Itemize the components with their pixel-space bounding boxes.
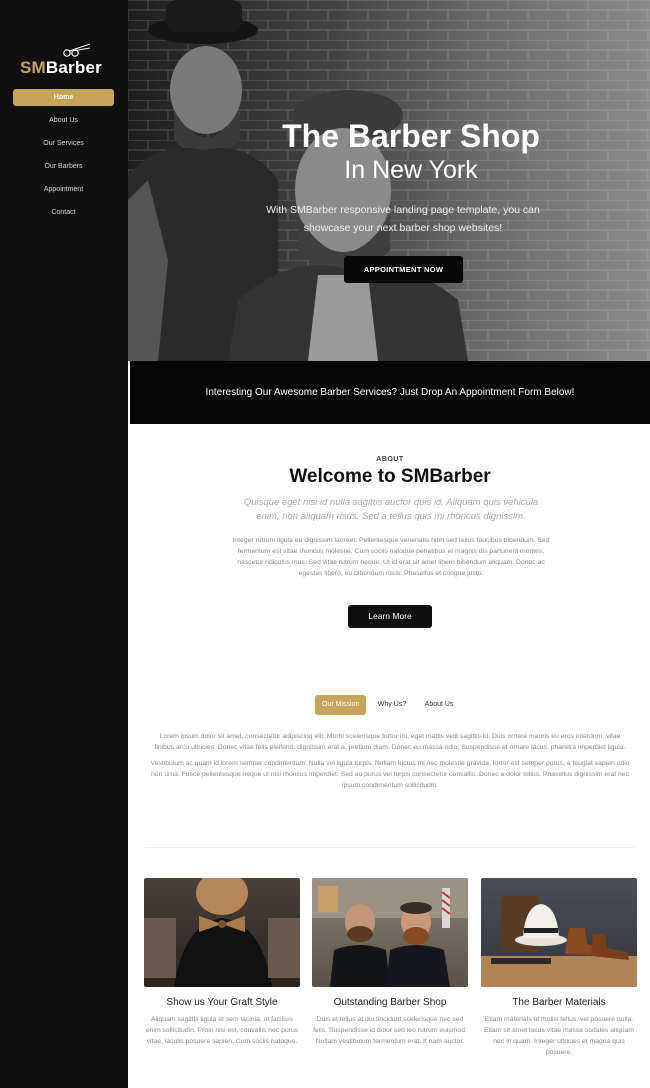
brand-prefix: SM [20,58,46,77]
card-text: Etiam materials ut mollis tellus, vel po… [484,1016,634,1056]
card-text: Duis et tellus at dui tincidunt sceleris… [313,1016,467,1045]
mission-tabs: Our Mission Why Us? About Us [315,693,461,715]
sidebar: SMBarber Home About Us Our Services Our … [0,0,128,1088]
nav-item-home[interactable]: Home [13,89,114,106]
nav-item-appointment[interactable]: Appointment [13,181,114,204]
feature-card: Show us Your Graft Style Aliquam sagitti… [144,878,300,1047]
tab-our-mission[interactable]: Our Mission [315,695,367,715]
appointment-now-button[interactable]: APPOINTMENT NOW [344,256,463,283]
nav-item-our-barbers[interactable]: Our Barbers [13,158,114,181]
nav-item-contact[interactable]: Contact [13,204,114,227]
card-title: Show us Your Graft Style [166,997,278,1008]
card-title: Outstanding Barber Shop [333,997,447,1008]
feature-card: The Barber Materials Etiam materials ut … [481,878,637,1058]
bow-tie-barber-image [144,878,300,987]
hero-title: The Barber Shop [282,118,540,154]
main-nav: Home About Us Our Services Our Barbers A… [13,89,114,227]
tab-why-us[interactable]: Why Us? [371,695,413,715]
barber-materials-image [481,878,637,987]
about-body-text: Integer rutrum ligula eu dignissim laore… [232,537,550,577]
about-title: Welcome to SMBarber [289,466,491,487]
hero-subtitle: In New York [344,156,478,184]
feature-card: Outstanding Barber Shop Duis et tellus a… [312,878,468,1047]
hero-description: With SMBarber responsive landing page te… [266,204,540,234]
card-text: Aliquam sagittis ligula et sem lacinia, … [145,1016,299,1045]
appointment-banner: Interesting Our Awesome Barber Services?… [130,361,650,424]
tab-paragraph-1: Lorem ipsum dolor sit amet, consectetur … [154,733,626,751]
hero-section: The Barber Shop In New York With SMBarbe… [128,0,650,361]
learn-more-button[interactable]: Learn More [348,605,432,628]
barber-shop-team-image [312,878,468,987]
tab-about-us[interactable]: About Us [418,695,461,715]
brand-logo[interactable]: SMBarber [20,58,102,78]
scissors-icon [63,43,91,57]
brand-suffix: Barber [45,58,102,77]
tab-paragraph-2: Vestibulum ac quam id lorem semper condi… [150,760,630,789]
nav-item-our-services[interactable]: Our Services [13,135,114,158]
about-label: ABOUT [376,456,404,463]
card-title: The Barber Materials [512,997,606,1008]
about-lead-text: Quisque eget nisi id nulla sagittis auct… [243,497,539,522]
section-divider [145,847,635,848]
tab-content: Lorem ipsum dolor sit amet, consectetur … [150,731,630,796]
nav-item-about-us[interactable]: About Us [13,112,114,135]
